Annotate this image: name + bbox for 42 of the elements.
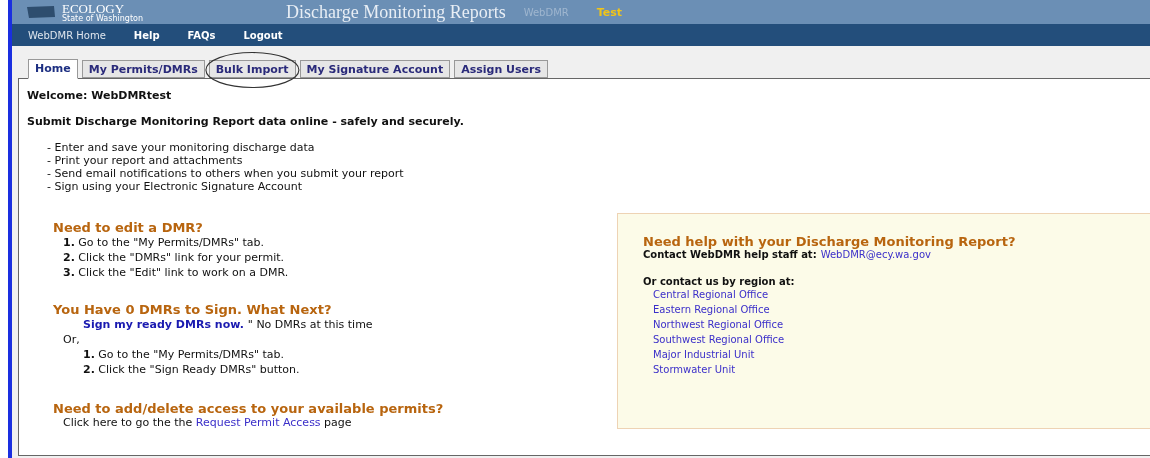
- section-heading: Need to add/delete access to your available permits?: [53, 401, 445, 416]
- office-link[interactable]: Eastern Regional Office: [653, 302, 1150, 317]
- step-item: 2. Click the "Sign Ready DMRs" button.: [83, 362, 301, 377]
- nav-link[interactable]: WebDMR Home: [28, 29, 106, 41]
- tab[interactable]: My Permits/DMRs: [81, 60, 205, 78]
- tab[interactable]: Assign Users: [454, 60, 548, 78]
- access-sentence: Click here to go the the Request Permit Access page: [63, 416, 353, 429]
- step-item: 3. Click the "Edit" link to work on a DMR.: [63, 265, 290, 280]
- tab[interactable]: Bulk Import: [208, 60, 296, 78]
- feature-item: - Send email notifications to others when you submit your report: [47, 167, 405, 180]
- nav-link[interactable]: Help: [133, 29, 160, 41]
- office-link[interactable]: Southwest Regional Office: [653, 332, 1150, 347]
- tab[interactable]: My Signature Account: [299, 60, 451, 78]
- region-label: Or contact us by region at:: [643, 276, 796, 287]
- nav-link[interactable]: Logout: [243, 29, 283, 41]
- feature-item: - Print your report and attachments: [47, 154, 244, 167]
- step-item: 1. Go to the "My Permits/DMRs" tab.: [63, 235, 266, 250]
- request-access-link[interactable]: Request Permit Access: [195, 416, 321, 429]
- contact-label: Contact WebDMR help staff at:: [643, 249, 817, 260]
- help-heading: Need help with your Discharge Monitoring Report?: [643, 234, 1017, 249]
- step-item: 2. Click the "DMRs" link for your permit.: [63, 250, 285, 265]
- office-link[interactable]: Northwest Regional Office: [653, 317, 1150, 332]
- feature-item: - Enter and save your monitoring discharge data: [47, 141, 316, 154]
- or-text: Or,: [63, 332, 81, 347]
- feature-item: - Sign using your Electronic Signature Account: [47, 180, 304, 193]
- email-link[interactable]: WebDMR@ecy.wa.gov: [820, 249, 931, 260]
- status-note: " No DMRs at this time: [247, 317, 373, 332]
- office-link[interactable]: Central Regional Office: [653, 287, 1150, 302]
- logo-subtitle: State of Washington: [62, 14, 143, 23]
- office-link[interactable]: Stormwater Unit: [653, 362, 1150, 377]
- step-item: 1. Go to the "My Permits/DMRs" tab.: [83, 347, 286, 362]
- section-heading: Need to edit a DMR?: [53, 220, 204, 235]
- tagline: Submit Discharge Monitoring Report data online - safely and securely.: [27, 115, 465, 128]
- welcome-text: Welcome: WebDMRtest: [27, 89, 173, 102]
- nav-link[interactable]: FAQs: [187, 29, 216, 41]
- logo-title: ECOLOGY: [62, 1, 125, 15]
- tab[interactable]: Home: [28, 59, 78, 79]
- environment-label: Test: [596, 5, 623, 19]
- section-heading: You Have 0 DMRs to Sign. What Next?: [53, 302, 333, 317]
- site-title: Discharge Monitoring Reports: [286, 1, 506, 23]
- office-link[interactable]: Major Industrial Unit: [653, 347, 1150, 362]
- sign-dmrs-link[interactable]: Sign my ready DMRs now.: [83, 317, 244, 332]
